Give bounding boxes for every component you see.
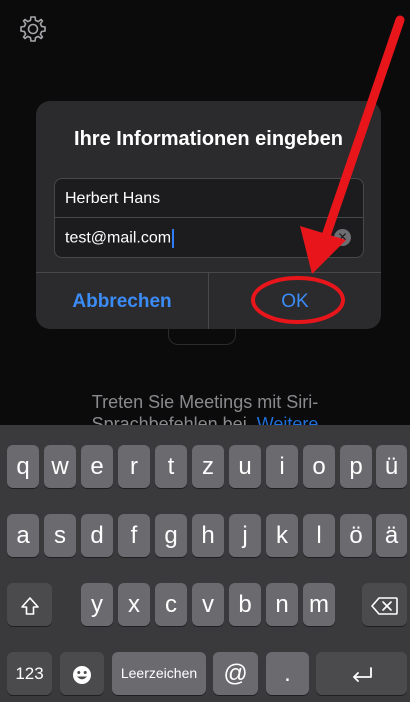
gear-icon[interactable]: [18, 14, 48, 44]
key-o[interactable]: o: [303, 445, 335, 488]
key-l[interactable]: l: [303, 514, 335, 557]
key-a[interactable]: a: [7, 514, 39, 557]
backspace-icon: [370, 596, 398, 615]
key-b[interactable]: b: [229, 583, 261, 626]
text-cursor: [172, 229, 175, 248]
key-h[interactable]: h: [192, 514, 224, 557]
key-w[interactable]: w: [44, 445, 76, 488]
name-field[interactable]: Herbert Hans: [55, 179, 363, 218]
email-value: test@mail.com: [65, 229, 172, 247]
key-m[interactable]: m: [303, 583, 335, 626]
dialog-buttons: Abbrechen OK: [36, 272, 381, 329]
key-p[interactable]: p: [340, 445, 372, 488]
key-ue[interactable]: ü: [376, 445, 407, 488]
dialog-title: Ihre Informationen eingeben: [74, 128, 343, 150]
emoji-icon: [73, 665, 91, 684]
ok-button[interactable]: OK: [209, 273, 381, 329]
key-n[interactable]: n: [266, 583, 298, 626]
key-r[interactable]: r: [118, 445, 150, 488]
key-i[interactable]: i: [266, 445, 298, 488]
cancel-button[interactable]: Abbrechen: [36, 273, 209, 329]
key-ae[interactable]: ä: [376, 514, 407, 557]
return-arrow-icon: [352, 666, 372, 682]
name-value: Herbert Hans: [65, 190, 161, 207]
numbers-key[interactable]: 123: [7, 652, 52, 695]
key-d[interactable]: d: [81, 514, 113, 557]
at-key[interactable]: @: [213, 652, 258, 695]
clear-icon[interactable]: ✕: [334, 229, 351, 246]
input-group: Herbert Hans test@mail.com ✕: [54, 178, 364, 258]
key-y[interactable]: y: [81, 583, 113, 626]
key-e[interactable]: e: [81, 445, 113, 488]
key-oe[interactable]: ö: [340, 514, 372, 557]
dot-key[interactable]: .: [266, 652, 309, 695]
shift-arrow-icon: [20, 596, 39, 615]
key-x[interactable]: x: [118, 583, 150, 626]
key-j[interactable]: j: [229, 514, 261, 557]
space-key[interactable]: Leerzeichen: [112, 652, 206, 695]
siri-info-line1: Treten Sie Meetings mit Siri-: [91, 392, 319, 412]
shift-key[interactable]: [7, 583, 52, 626]
email-field[interactable]: test@mail.com ✕: [55, 218, 363, 256]
email-value-wrap: test@mail.com: [65, 229, 175, 248]
keyboard: q w e r t z u i o p ü a s d f g h j k l …: [0, 425, 410, 702]
info-dialog: Ihre Informationen eingeben Herbert Hans…: [36, 101, 381, 329]
key-k[interactable]: k: [266, 514, 298, 557]
key-s[interactable]: s: [44, 514, 76, 557]
key-q[interactable]: q: [7, 445, 39, 488]
key-z[interactable]: z: [192, 445, 224, 488]
return-key[interactable]: [316, 652, 407, 695]
key-f[interactable]: f: [118, 514, 150, 557]
emoji-key[interactable]: [60, 652, 104, 695]
key-t[interactable]: t: [155, 445, 187, 488]
key-u[interactable]: u: [229, 445, 261, 488]
key-c[interactable]: c: [155, 583, 187, 626]
key-v[interactable]: v: [192, 583, 224, 626]
key-g[interactable]: g: [155, 514, 187, 557]
backspace-key[interactable]: [362, 583, 407, 626]
